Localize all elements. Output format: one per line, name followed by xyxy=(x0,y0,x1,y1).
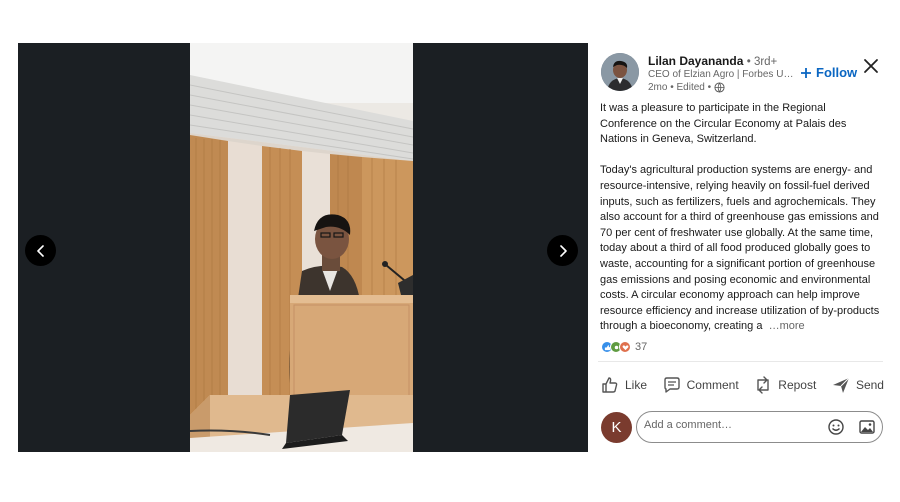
follow-button[interactable]: Follow xyxy=(800,65,857,80)
send-label: Send xyxy=(855,378,884,392)
comment-box[interactable] xyxy=(636,411,883,443)
follow-label: Follow xyxy=(816,65,858,80)
like-label: Like xyxy=(625,378,648,392)
author-headline: CEO of Elzian Agro | Forbes Under 30 xyxy=(648,69,798,80)
previous-image-button[interactable] xyxy=(25,235,56,266)
chevron-left-icon xyxy=(36,244,44,257)
like-button[interactable]: Like xyxy=(596,371,651,399)
globe-icon xyxy=(714,82,725,93)
close-button[interactable] xyxy=(863,58,879,74)
chevron-right-icon xyxy=(559,244,567,257)
reaction-count: 37 xyxy=(635,341,648,353)
repost-label: Repost xyxy=(778,378,817,392)
media-viewer xyxy=(18,43,588,452)
author-avatar[interactable] xyxy=(601,53,639,91)
plus-icon xyxy=(801,67,811,78)
post-paragraph: It was a pleasure to participate in the … xyxy=(600,102,847,146)
post-paragraph: Today's agricultural production systems … xyxy=(600,163,885,335)
current-user-avatar: K xyxy=(601,412,632,443)
connection-degree: • 3rd+ xyxy=(746,56,778,68)
image-icon xyxy=(859,420,875,434)
repost-icon xyxy=(757,376,769,394)
post-meta: 2mo • Edited • xyxy=(648,82,725,93)
repost-button[interactable]: Repost xyxy=(749,371,820,399)
comment-input[interactable] xyxy=(644,419,814,431)
see-more-link[interactable]: …more xyxy=(769,320,805,332)
post-paragraph-text: Today's agricultural production systems … xyxy=(600,164,880,333)
post-detail-panel: Lilan Dayananda • 3rd+ CEO of Elzian Agr… xyxy=(588,43,900,452)
post-body: It was a pleasure to participate in the … xyxy=(600,101,885,335)
post-time: 2mo • Edited • xyxy=(648,82,712,93)
social-actions-bar: Like Comment Repost Send xyxy=(596,371,888,399)
divider xyxy=(598,361,883,362)
like-icon xyxy=(602,377,618,393)
conference-speaker-image xyxy=(190,43,413,452)
comment-icon xyxy=(663,377,680,393)
author-name-line: Lilan Dayananda • 3rd+ xyxy=(648,54,777,68)
reactions-summary[interactable]: 37 xyxy=(601,341,647,353)
emoji-button[interactable] xyxy=(827,418,845,436)
post-photo[interactable] xyxy=(190,43,413,452)
emoji-icon xyxy=(828,419,844,435)
author-photo xyxy=(601,53,639,91)
love-icon xyxy=(619,341,631,353)
add-image-button[interactable] xyxy=(858,418,876,436)
author-name[interactable]: Lilan Dayananda xyxy=(648,54,743,68)
comment-label: Comment xyxy=(686,378,739,392)
next-image-button[interactable] xyxy=(547,235,578,266)
send-icon xyxy=(832,377,850,393)
close-icon xyxy=(864,59,878,73)
send-button[interactable]: Send xyxy=(827,371,888,399)
comment-button[interactable]: Comment xyxy=(658,371,743,399)
